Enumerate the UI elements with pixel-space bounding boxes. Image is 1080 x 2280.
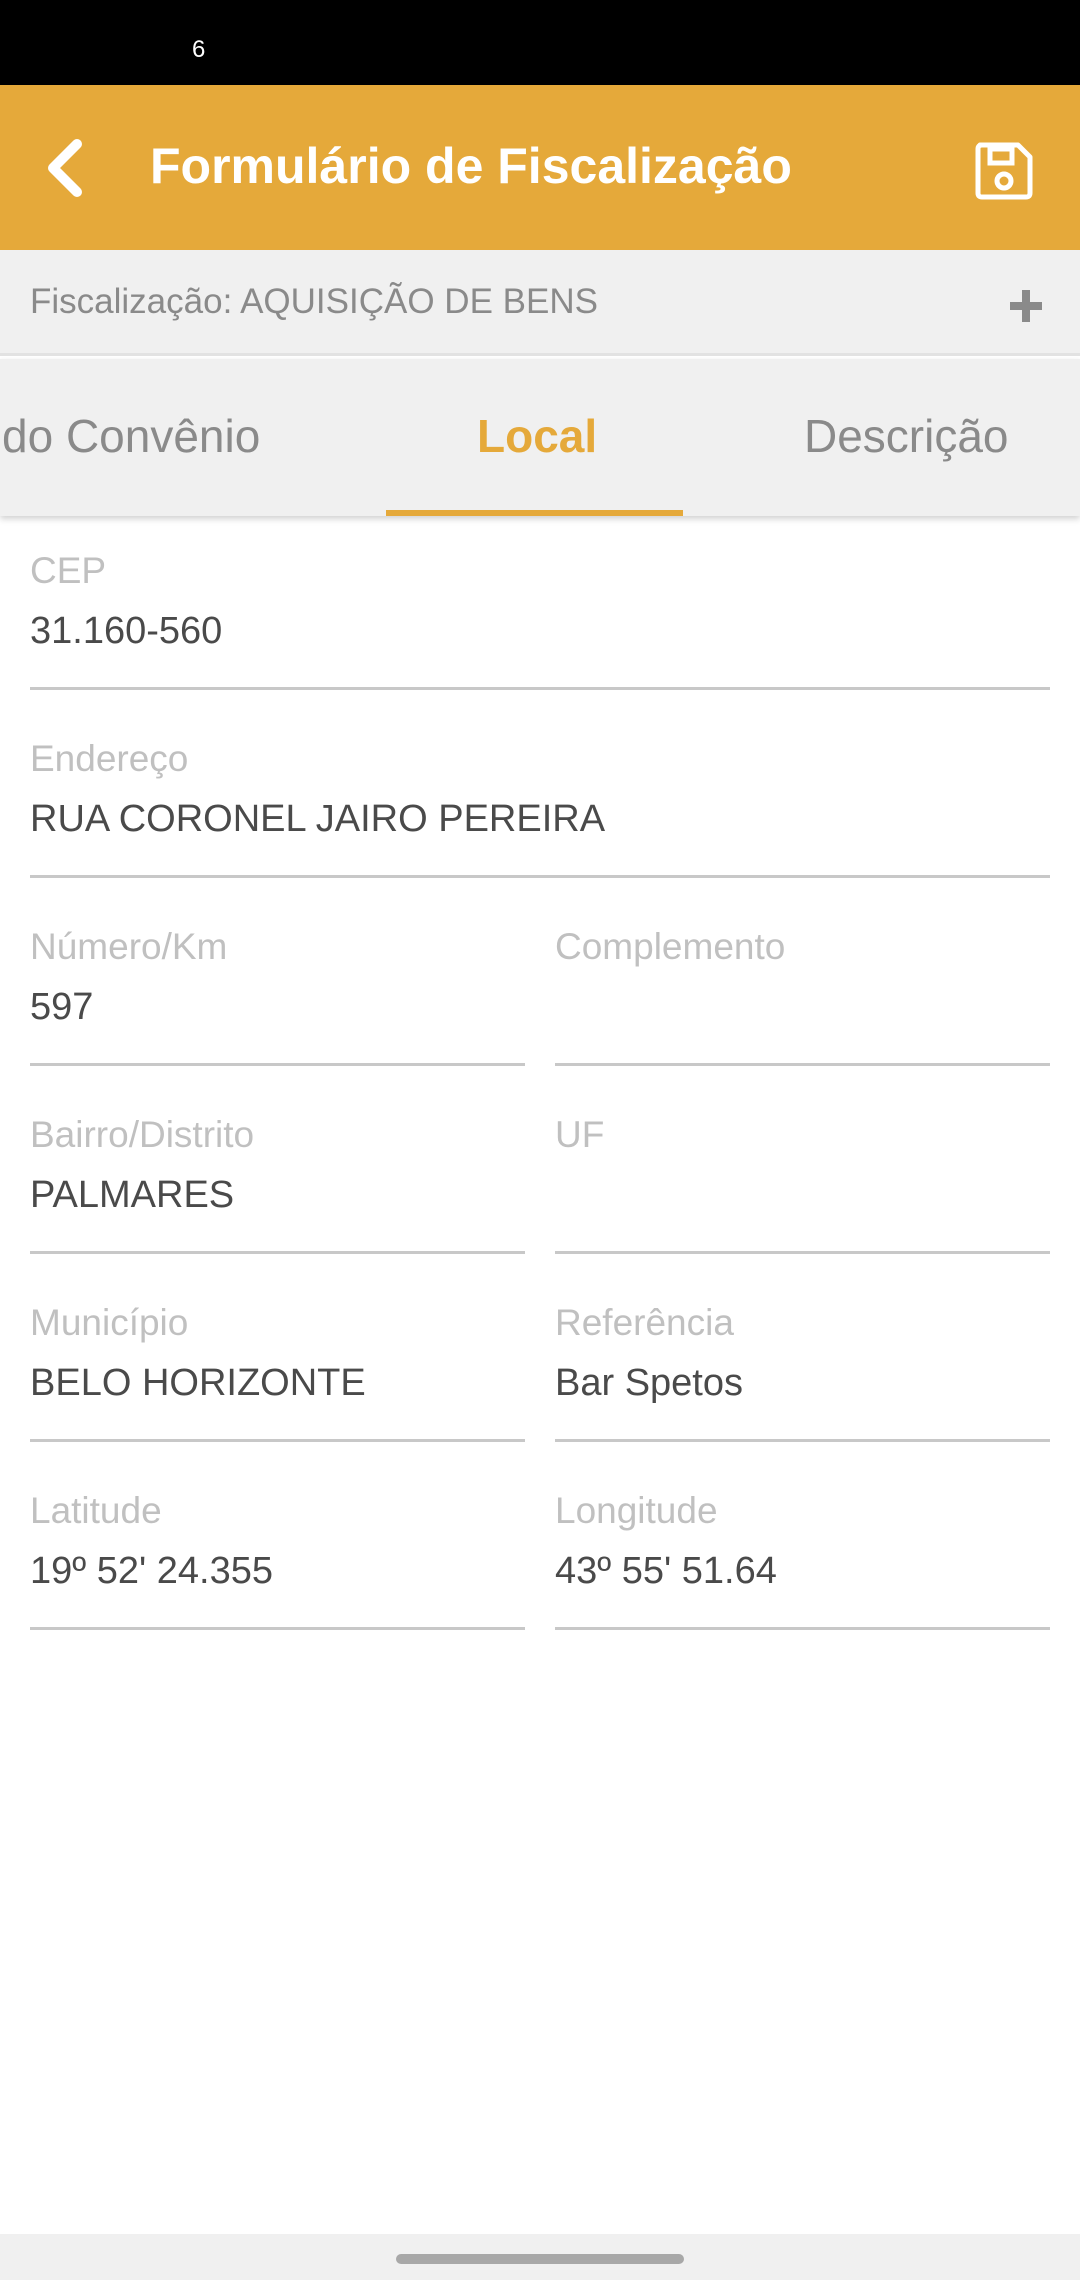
chevron-left-icon [48, 138, 82, 197]
cep-label: CEP [30, 550, 107, 591]
navigation-bar [0, 2234, 1080, 2280]
app-bar: Formulário de Fiscalização [0, 85, 1080, 250]
save-button[interactable] [968, 135, 1040, 207]
bairro-value[interactable]: PALMARES [30, 1174, 234, 1217]
uf-label: UF [555, 1114, 605, 1155]
page-title: Formulário de Fiscalização [150, 138, 792, 194]
latitude-value[interactable]: 19º 52' 24.355 [30, 1550, 273, 1593]
numero-field[interactable]: Número/Km 597 [30, 926, 525, 1066]
longitude-field[interactable]: Longitude 43º 55' 51.64 [555, 1490, 1050, 1630]
tab-bar: do Convênio Local Descrição [0, 359, 1080, 516]
cep-underline [30, 687, 1050, 690]
referencia-field[interactable]: Referência Bar Spetos [555, 1302, 1050, 1442]
inspection-type-header: Fiscalização: AQUISIÇÃO DE BENS [0, 250, 1080, 356]
home-indicator[interactable] [396, 2254, 684, 2264]
complemento-underline [555, 1063, 1050, 1066]
numero-underline [30, 1063, 525, 1066]
bairro-underline [30, 1251, 525, 1254]
plus-icon [1010, 290, 1042, 322]
municipio-field[interactable]: Município BELO HORIZONTE [30, 1302, 525, 1442]
tab-convenio[interactable]: do Convênio [2, 409, 260, 463]
endereco-field[interactable]: Endereço RUA CORONEL JAIRO PEREIRA [30, 738, 1050, 878]
endereco-label: Endereço [30, 738, 189, 779]
back-button[interactable] [30, 125, 100, 210]
municipio-value[interactable]: BELO HORIZONTE [30, 1362, 366, 1405]
tab-local[interactable]: Local [477, 409, 597, 463]
status-bar: 6 [0, 0, 1080, 85]
active-tab-indicator [386, 510, 683, 516]
numero-label: Número/Km [30, 926, 228, 967]
longitude-label: Longitude [555, 1490, 718, 1531]
complemento-label: Complemento [555, 926, 786, 967]
tab-descricao[interactable]: Descrição [804, 409, 1009, 463]
latitude-label: Latitude [30, 1490, 162, 1531]
municipio-label: Município [30, 1302, 189, 1343]
referencia-label: Referência [555, 1302, 734, 1343]
cep-value[interactable]: 31.160-560 [30, 610, 222, 653]
add-button[interactable] [1000, 280, 1052, 332]
latitude-field[interactable]: Latitude 19º 52' 24.355 [30, 1490, 525, 1630]
floppy-disk-icon [975, 142, 1033, 200]
longitude-value[interactable]: 43º 55' 51.64 [555, 1550, 777, 1593]
complemento-field[interactable]: Complemento [555, 926, 1050, 1066]
longitude-underline [555, 1627, 1050, 1630]
latitude-underline [30, 1627, 525, 1630]
uf-underline [555, 1251, 1050, 1254]
municipio-underline [30, 1439, 525, 1442]
bairro-field[interactable]: Bairro/Distrito PALMARES [30, 1114, 525, 1254]
inspection-type-label: Fiscalização: AQUISIÇÃO DE BENS [30, 282, 598, 321]
referencia-underline [555, 1439, 1050, 1442]
numero-value[interactable]: 597 [30, 986, 93, 1029]
status-indicator: 6 [192, 36, 206, 63]
bairro-label: Bairro/Distrito [30, 1114, 255, 1155]
cep-field[interactable]: CEP 31.160-560 [30, 550, 1050, 690]
referencia-value[interactable]: Bar Spetos [555, 1362, 743, 1405]
endereco-value[interactable]: RUA CORONEL JAIRO PEREIRA [30, 798, 605, 841]
uf-field[interactable]: UF [555, 1114, 1050, 1254]
endereco-underline [30, 875, 1050, 878]
